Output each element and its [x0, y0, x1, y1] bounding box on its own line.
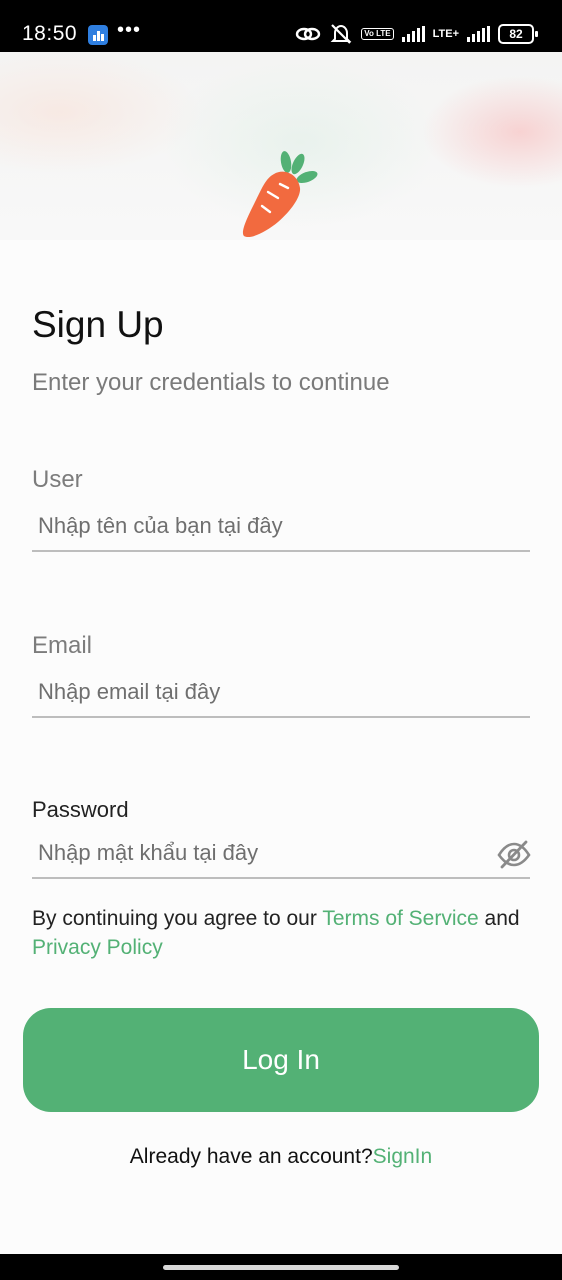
status-time: 18:50	[22, 22, 78, 45]
signal-icon	[401, 26, 425, 42]
email-input[interactable]	[32, 668, 530, 718]
email-label: Email	[32, 632, 93, 659]
password-input[interactable]	[32, 829, 530, 879]
signin-prompt: Already have an account?SignIn	[0, 1145, 562, 1169]
terms-text: By continuing you agree to our Terms of …	[32, 904, 542, 962]
battery-icon: 82	[498, 24, 538, 44]
signal-icon-2	[467, 26, 490, 42]
lte-icon: LTE+	[432, 28, 459, 40]
login-button[interactable]: Log In	[23, 1008, 539, 1112]
terms-and: and	[478, 907, 520, 930]
navigation-bar	[0, 1254, 562, 1280]
silent-bell-icon	[330, 24, 352, 44]
user-input[interactable]	[32, 502, 530, 552]
user-label: User	[32, 466, 83, 493]
signin-prefix: Already have an account?	[129, 1145, 373, 1168]
page-title: Sign Up	[32, 304, 164, 345]
status-icons: Vo LTE LTE+ 82	[295, 22, 538, 46]
page-subtitle: Enter your credentials to continue	[32, 369, 390, 396]
status-bar: 18:50 ••• Vo LTE LTE+ 82	[0, 0, 562, 52]
privacy-policy-link[interactable]: Privacy Policy	[32, 936, 163, 959]
link-icon	[296, 27, 321, 41]
home-gesture-handle[interactable]	[163, 1265, 399, 1270]
terms-of-service-link[interactable]: Terms of Service	[322, 907, 478, 930]
signin-link[interactable]: SignIn	[373, 1145, 433, 1168]
app-notification-icon	[88, 25, 108, 45]
terms-prefix: By continuing you agree to our	[32, 907, 323, 930]
more-notifications-icon: •••	[117, 19, 142, 41]
password-label: Password	[32, 797, 129, 822]
eye-off-icon[interactable]	[496, 838, 532, 870]
volte-icon: Vo LTE	[361, 28, 394, 40]
carrot-icon	[242, 151, 318, 238]
